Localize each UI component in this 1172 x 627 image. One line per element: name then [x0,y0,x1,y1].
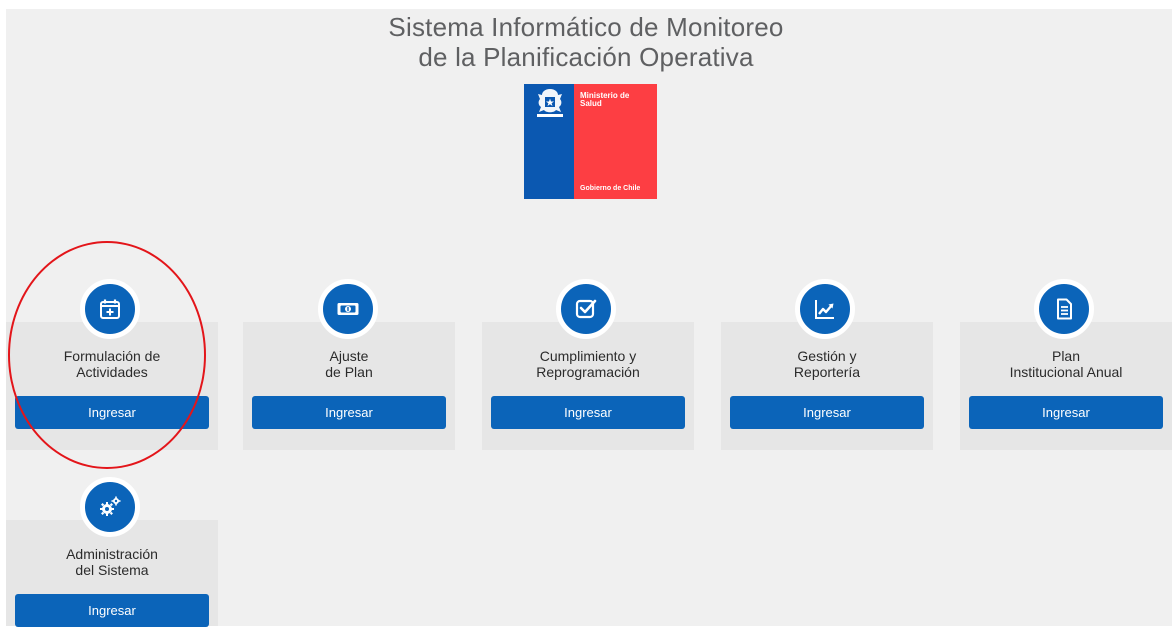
gears-icon [80,477,140,537]
ministry-logo: Ministerio de Salud Gobierno de Chile [524,84,657,199]
page-title: Sistema Informático de Monitoreo de la P… [0,12,1172,72]
module-label-gestion: Gestión y Reportería [793,348,861,380]
money-icon [318,279,378,339]
logo-ministry-line-2: Salud [580,99,602,108]
calendar-add-icon [80,279,140,339]
module-label-formulacion: Formulación de Actividades [63,348,161,380]
module-label-cumplimiento: Cumplimiento y Reprogramación [536,348,640,380]
ingresar-button-administracion[interactable]: Ingresar [15,594,209,627]
module-label-ajuste: Ajuste de Plan [325,348,373,380]
logo-government-text: Gobierno de Chile [580,185,641,192]
document-icon [1034,279,1094,339]
checkbox-icon [556,279,616,339]
ingresar-button-formulacion[interactable]: Ingresar [15,396,209,429]
trend-chart-icon [795,279,855,339]
module-card-cumplimiento: Cumplimiento y Reprogramación Ingresar [482,322,694,450]
coat-of-arms-icon [537,89,563,117]
ingresar-button-gestion[interactable]: Ingresar [730,396,924,429]
module-label-plan-institucional: Plan Institucional Anual [1009,348,1123,380]
module-card-ajuste: Ajuste de Plan Ingresar [243,322,455,450]
page-title-line-1: Sistema Informático de Monitoreo [388,12,784,42]
module-card-gestion: Gestión y Reportería Ingresar [721,322,933,450]
module-label-administracion: Administración del Sistema [66,546,158,578]
page-title-line-2: de la Planificación Operativa [418,42,754,72]
ingresar-button-cumplimiento[interactable]: Ingresar [491,396,685,429]
module-card-plan-institucional: Plan Institucional Anual Ingresar [960,322,1172,450]
ingresar-button-ajuste[interactable]: Ingresar [252,396,446,429]
ingresar-button-plan-institucional[interactable]: Ingresar [969,396,1163,429]
module-card-formulacion: Formulación de Actividades Ingresar [6,322,218,450]
